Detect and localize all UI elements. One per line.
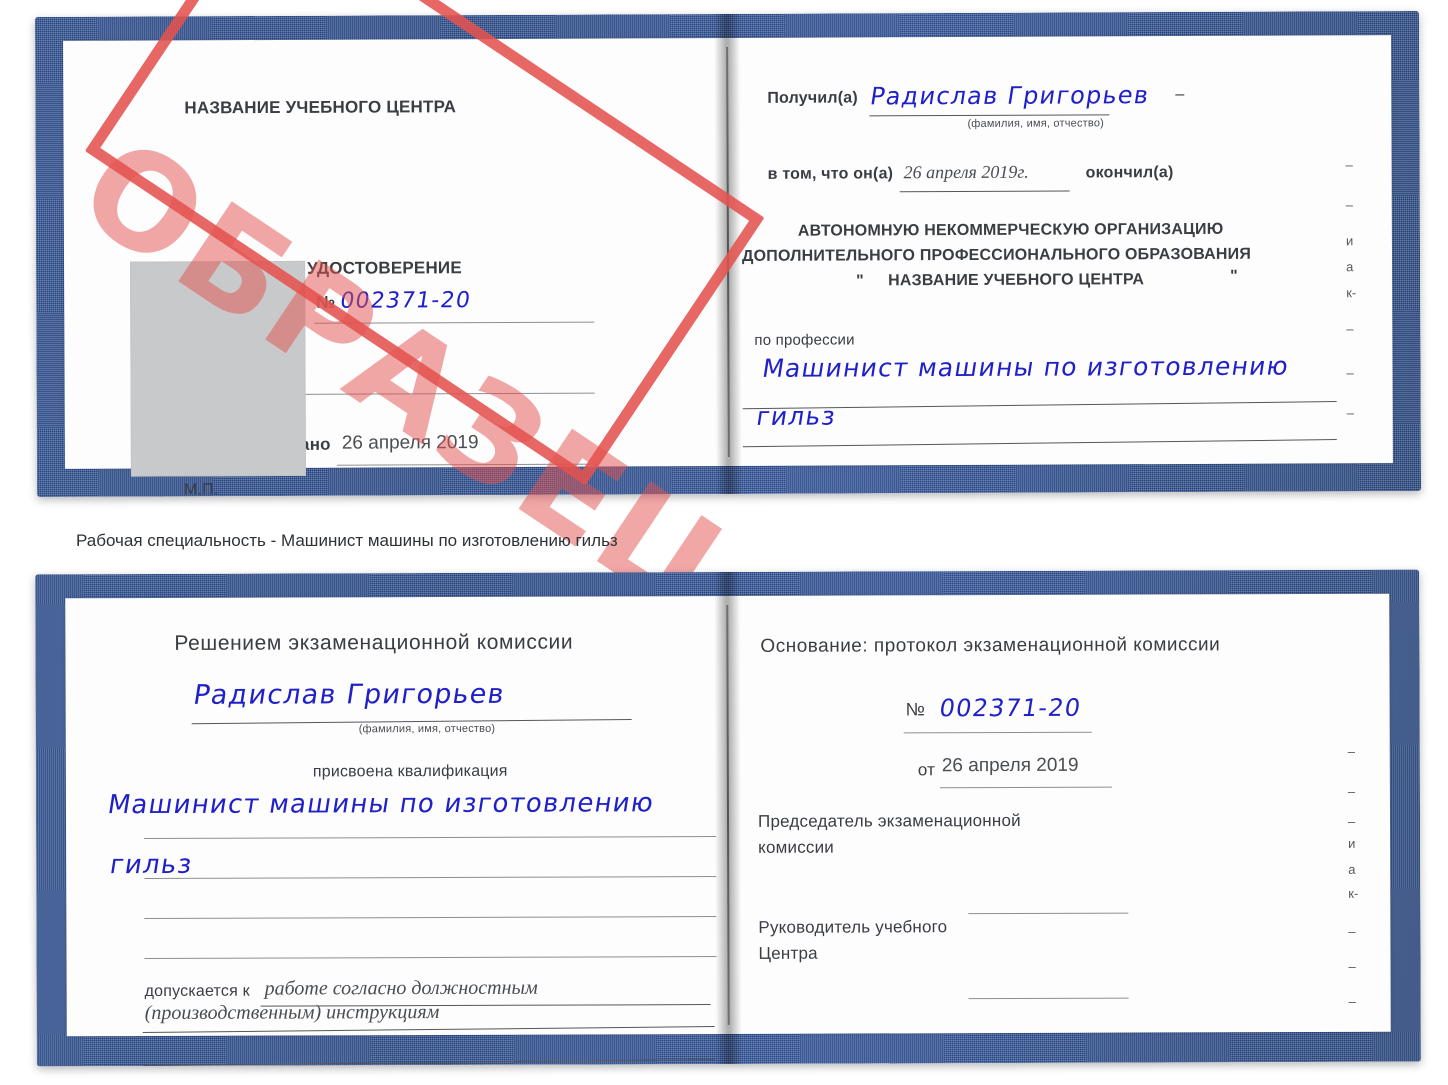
issued-value: 26 апреля 2019: [341, 432, 479, 454]
certificate-bottom: Решением экзаменационной комиссии Радисл…: [35, 569, 1421, 1067]
bleed-glyph-7: –: [1346, 365, 1354, 381]
seal-label: М.П.: [183, 481, 219, 499]
received-value: Радислав Григорьев: [868, 81, 1152, 111]
student-name-hint: (фамилия, имя, отчество): [358, 722, 496, 736]
in-that-label: в том, что он(а): [767, 165, 894, 183]
protocol-date-label: от: [917, 760, 936, 780]
bleed-glyph-b7: –: [1348, 923, 1356, 939]
admitted-rule-2: [142, 1026, 715, 1034]
protocol-number-value: 002371-20: [937, 693, 1084, 723]
issued-rule: [336, 463, 599, 466]
in-that-value: 26 апреля 2019г.: [903, 161, 1029, 183]
protocol-date-rule: [939, 786, 1112, 789]
admitted-value-line-2: (производственным) инструкциям: [144, 1001, 440, 1025]
decision-heading: Решением экзаменационной комиссии: [174, 630, 574, 655]
admitted-rule-3: [142, 1059, 715, 1067]
chairman-label-line-2: комиссии: [758, 837, 834, 857]
number-label: №: [316, 292, 336, 312]
basis-label: Основание: протокол экзаменационной коми…: [760, 634, 1221, 657]
profession-label: по профессии: [754, 331, 855, 349]
certificate-bottom-left-page: Решением экзаменационной комиссии Радисл…: [65, 596, 729, 1067]
certificate-bottom-paper: Решением экзаменационной комиссии Радисл…: [65, 593, 1391, 1067]
bleed-glyph-4: а: [1346, 259, 1354, 275]
received-label: Получил(а): [767, 89, 858, 107]
org-line-3: НАЗВАНИЕ УЧЕБНОГО ЦЕНТРА: [888, 271, 1145, 290]
bleed-glyph-b3: –: [1347, 813, 1356, 829]
chairman-signature-rule: [968, 912, 1129, 915]
org-header: НАЗВАНИЕ УЧЕБНОГО ЦЕНТРА: [184, 97, 457, 118]
bleed-glyph-5: к-: [1346, 285, 1357, 301]
protocol-number-rule: [903, 731, 1092, 734]
bleed-glyph-b8: –: [1348, 958, 1356, 974]
certificate-top: НАЗВАНИЕ УЧЕБНОГО ЦЕНТРА УДОСТОВЕРЕНИЕ №…: [34, 0, 1422, 651]
blank-rule-1: [264, 392, 595, 396]
profession-value-line-1: Машинист машины по изготовлению: [760, 351, 1292, 383]
head-label-line-1: Руководитель учебного: [758, 917, 948, 937]
qualification-rule-4: [144, 956, 717, 960]
bleed-glyph-b6: к-: [1348, 885, 1359, 901]
number-rule: [314, 321, 595, 324]
certificate-title: УДОСТОВЕРЕНИЕ: [307, 258, 462, 278]
bleed-glyph-2: –: [1345, 197, 1354, 213]
profession-value-line-2: гильз: [754, 401, 839, 431]
profession-rule-2: [742, 439, 1337, 448]
in-that-rule: [899, 190, 1070, 193]
certificate-top-right-page: Получил(а) Радислав Григорьев (фамилия, …: [727, 35, 1393, 466]
certificate-bottom-right-page: Основание: протокол экзаменационной коми…: [727, 594, 1391, 1034]
protocol-date-value: 26 апреля 2019: [941, 754, 1079, 777]
qualification-rule-3: [144, 916, 717, 920]
head-label-line-2: Центра: [758, 943, 818, 963]
qualification-rule-2: [144, 876, 717, 880]
admitted-value-line-1: работе согласно должностным: [264, 976, 538, 1000]
received-trailing-dash: –: [1175, 86, 1185, 104]
chairman-label-line-1: Председатель экзаменационной: [757, 810, 1021, 831]
bleed-glyph-b5: а: [1348, 861, 1356, 877]
bleed-glyph-8: –: [1346, 405, 1354, 421]
certificate-number-value: 002371-20: [338, 288, 473, 314]
bleed-glyph-b2: –: [1347, 783, 1356, 799]
qualification-value-line-1: Машинист машины по изготовлению: [105, 788, 657, 821]
finished-label: окончил(а): [1085, 164, 1174, 182]
bleed-glyph-b4: и: [1348, 835, 1356, 851]
bleed-glyph-1: –: [1345, 157, 1353, 173]
page-caption: Рабочая специальность - Машинист машины …: [76, 531, 618, 550]
protocol-number-label: №: [905, 699, 926, 720]
bleed-glyph-b9: –: [1348, 993, 1356, 1009]
bleed-glyph-3: и: [1345, 233, 1354, 249]
org-quote-open: ": [856, 272, 864, 290]
certificate-top-left-page: НАЗВАНИЕ УЧЕБНОГО ЦЕНТРА УДОСТОВЕРЕНИЕ №…: [63, 38, 729, 498]
certificate-top-paper: НАЗВАНИЕ УЧЕБНОГО ЦЕНТРА УДОСТОВЕРЕНИЕ №…: [63, 35, 1393, 498]
qualification-value-line-2: гильз: [107, 849, 195, 881]
photo-placeholder: [130, 260, 306, 477]
received-rule: [869, 114, 1110, 117]
org-line-2: ДОПОЛНИТЕЛЬНОГО ПРОФЕССИОНАЛЬНОГО ОБРАЗО…: [741, 245, 1252, 265]
head-signature-rule: [968, 997, 1129, 1000]
student-name-value: Радислав Григорьев: [191, 678, 508, 711]
org-line-1: АВТОНОМНУЮ НЕКОММЕРЧЕСКУЮ ОРГАНИЗАЦИЮ: [797, 220, 1224, 240]
admitted-label: допускается к: [144, 982, 250, 1001]
bleed-glyph-6: –: [1346, 321, 1354, 337]
bleed-glyph-b1: –: [1347, 743, 1356, 759]
qualification-label: присвоена квалификация: [312, 762, 508, 781]
qualification-rule-1: [144, 836, 717, 840]
org-quote-close: ": [1230, 267, 1238, 285]
received-hint: (фамилия, имя, отчество): [967, 117, 1105, 130]
